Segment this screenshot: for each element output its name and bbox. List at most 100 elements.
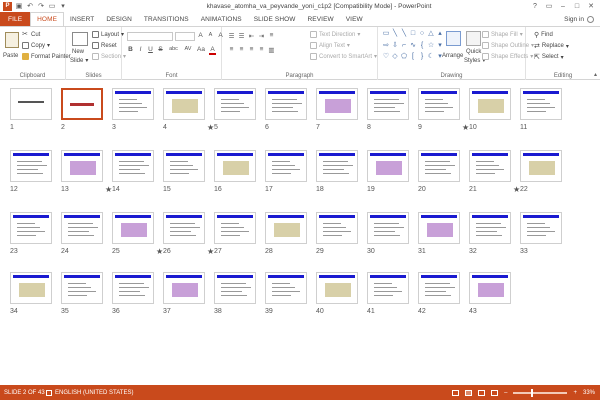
line2-shape-icon[interactable]: ╲ (400, 30, 408, 38)
language-indicator[interactable]: ENGLISH (UNITED STATES) (46, 389, 133, 396)
shapes-gallery[interactable]: ▭ ╲ ╲ □ ○ △ ▴ ⇨ ⇩ ⌐ ∿ { ☆ ▾ ♡ ◇ ⬠ [ } ☾ (382, 30, 442, 64)
bullets-icon[interactable]: ☰ (228, 32, 235, 40)
arrow2-shape-icon[interactable]: ⇩ (391, 42, 399, 50)
slide-thumbnail[interactable] (265, 150, 307, 182)
slide-thumbnail[interactable] (10, 212, 52, 244)
underline-button[interactable]: U (147, 46, 154, 55)
tab-insert[interactable]: INSERT (64, 12, 100, 26)
redo-icon[interactable]: ↷ (37, 2, 45, 10)
slide-thumbnail[interactable] (163, 150, 205, 182)
reading-view-icon[interactable] (478, 389, 486, 396)
slide-sorter-view-icon[interactable] (465, 389, 473, 396)
slide-thumbnail[interactable] (265, 272, 307, 304)
slide-thumbnail[interactable] (520, 212, 562, 244)
reset-button[interactable]: Reset (92, 42, 117, 49)
increase-indent-icon[interactable]: ⇥ (258, 32, 265, 40)
pentagon-shape-icon[interactable]: ⬠ (400, 53, 408, 61)
slide-thumbnail[interactable] (418, 88, 460, 120)
tab-slide-show[interactable]: SLIDE SHOW (248, 12, 302, 26)
slide-thumbnail[interactable] (265, 88, 307, 120)
align-center-icon[interactable]: ≡ (238, 46, 245, 54)
normal-view-icon[interactable] (452, 389, 460, 396)
shape-fill-button[interactable]: Shape Fill ▾ (482, 31, 523, 38)
scroll-up-icon[interactable]: ▴ (436, 30, 444, 38)
font-name-combo[interactable] (127, 32, 173, 41)
slide-thumbnail[interactable] (10, 150, 52, 182)
replace-button[interactable]: ⇄ Replace ▾ (534, 42, 569, 50)
slide-thumbnail[interactable] (112, 272, 154, 304)
paste-icon[interactable] (5, 32, 19, 48)
font-color-button[interactable]: A (209, 46, 216, 55)
grow-font-button[interactable]: A (197, 32, 204, 39)
slide-thumbnail[interactable] (61, 212, 103, 244)
undo-icon[interactable]: ↶ (26, 2, 34, 10)
slide-thumbnail[interactable] (367, 150, 409, 182)
select-button[interactable]: ⇱ Select ▾ (534, 53, 564, 61)
rect-shape-icon[interactable]: □ (409, 30, 417, 38)
slide-thumbnail[interactable] (469, 150, 511, 182)
arrow-shape-icon[interactable]: ⇨ (382, 42, 390, 50)
star-shape-icon[interactable]: ☆ (427, 42, 435, 50)
save-icon[interactable]: ▣ (15, 2, 23, 10)
help-button[interactable]: ? (528, 1, 542, 11)
slide-thumbnail[interactable] (214, 150, 256, 182)
brace2-shape-icon[interactable]: } (418, 53, 426, 61)
slide-thumbnail[interactable] (367, 272, 409, 304)
quick-styles-icon[interactable] (466, 31, 481, 46)
slide-thumbnail[interactable] (214, 272, 256, 304)
slide-thumbnail[interactable] (316, 88, 358, 120)
tab-review[interactable]: REVIEW (302, 12, 340, 26)
new-slide-button[interactable]: New (72, 49, 84, 55)
columns-icon[interactable]: ▥ (268, 46, 275, 54)
format-painter-button[interactable]: Format Painter (22, 53, 71, 60)
slide-thumbnail[interactable] (316, 150, 358, 182)
paste-button[interactable]: Paste (3, 53, 18, 59)
new-slide-dropdown[interactable]: Slide ▾ (70, 57, 88, 65)
find-button[interactable]: ⚲ Find (534, 31, 553, 39)
slide-thumbnail[interactable] (469, 272, 511, 304)
shrink-font-button[interactable]: A (207, 32, 214, 39)
heart-shape-icon[interactable]: ♡ (382, 53, 390, 61)
slide-thumbnail[interactable] (163, 212, 205, 244)
layout-button[interactable]: Layout ▾ (92, 31, 124, 38)
zoom-in-button[interactable]: + (573, 390, 577, 396)
zoom-out-button[interactable]: – (504, 390, 507, 396)
new-slide-icon[interactable] (72, 32, 88, 46)
diamond-shape-icon[interactable]: ◇ (391, 53, 399, 61)
copy-button[interactable]: Copy ▾ (22, 42, 50, 49)
slide-thumbnail[interactable] (367, 88, 409, 120)
slide-thumbnail[interactable] (316, 272, 358, 304)
slide-thumbnail[interactable] (163, 272, 205, 304)
zoom-slider-thumb[interactable] (531, 388, 534, 397)
tab-transitions[interactable]: TRANSITIONS (138, 12, 195, 26)
slide-thumbnail[interactable] (61, 88, 103, 120)
sign-in-link[interactable]: Sign in (564, 12, 594, 26)
scroll-down-icon[interactable]: ▾ (436, 42, 444, 50)
font-size-combo[interactable] (175, 32, 195, 41)
line-spacing-icon[interactable]: ≡ (268, 32, 275, 40)
text-shadow-button[interactable]: abc (167, 46, 180, 55)
convert-smartart-button[interactable]: Convert to SmartArt ▾ (310, 53, 377, 60)
slide-thumbnail[interactable] (214, 88, 256, 120)
slide-thumbnail[interactable] (61, 272, 103, 304)
ribbon-display-button[interactable]: ▭ (542, 1, 556, 11)
strikethrough-button[interactable]: S (157, 46, 164, 55)
line-shape-icon[interactable]: ╲ (391, 30, 399, 38)
italic-button[interactable]: I (137, 46, 144, 55)
arrange-button[interactable]: Arrange (442, 53, 463, 59)
tab-view[interactable]: VIEW (340, 12, 369, 26)
tab-file[interactable]: FILE (0, 12, 31, 26)
tab-home[interactable]: HOME (30, 12, 65, 26)
tab-animations[interactable]: ANIMATIONS (195, 12, 248, 26)
elbow-shape-icon[interactable]: ⌐ (400, 42, 408, 50)
textbox-shape-icon[interactable]: ▭ (382, 30, 390, 38)
arrange-icon[interactable] (446, 31, 461, 46)
tab-design[interactable]: DESIGN (100, 12, 138, 26)
triangle-shape-icon[interactable]: △ (427, 30, 435, 38)
bracket-shape-icon[interactable]: [ (409, 53, 417, 61)
slide-thumbnail[interactable] (163, 88, 205, 120)
change-case-button[interactable]: Aa (196, 46, 206, 55)
slide-thumbnail[interactable] (418, 272, 460, 304)
slide-thumbnail[interactable] (418, 150, 460, 182)
slide-thumbnail[interactable] (10, 88, 52, 120)
